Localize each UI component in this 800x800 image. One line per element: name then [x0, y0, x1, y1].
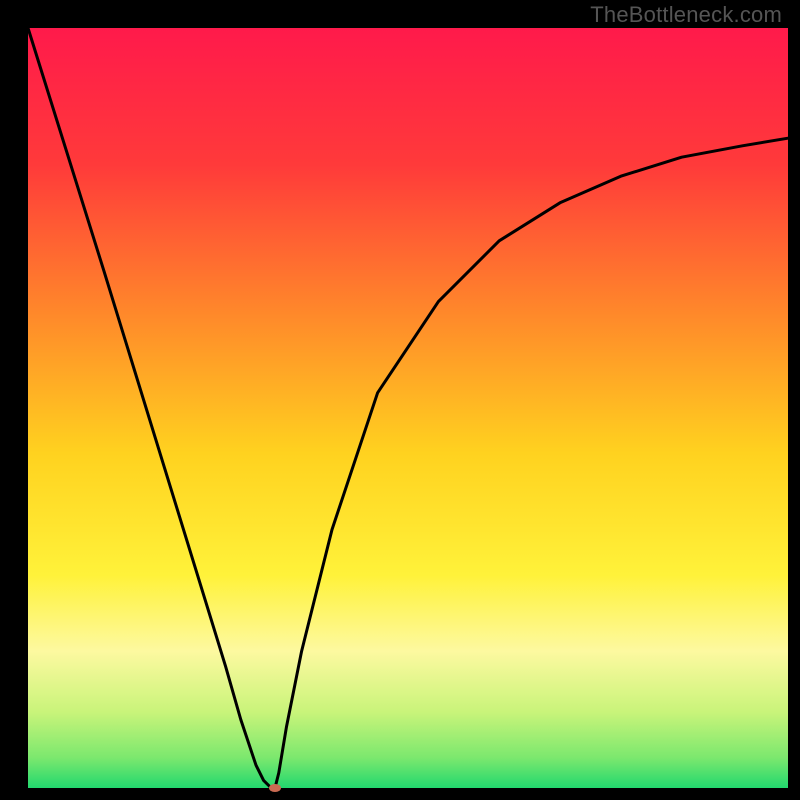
bottleneck-chart: TheBottleneck.com — [0, 0, 800, 800]
optimum-marker — [269, 784, 281, 792]
chart-svg — [0, 0, 800, 800]
plot-background — [28, 28, 788, 788]
watermark-text: TheBottleneck.com — [590, 2, 782, 28]
